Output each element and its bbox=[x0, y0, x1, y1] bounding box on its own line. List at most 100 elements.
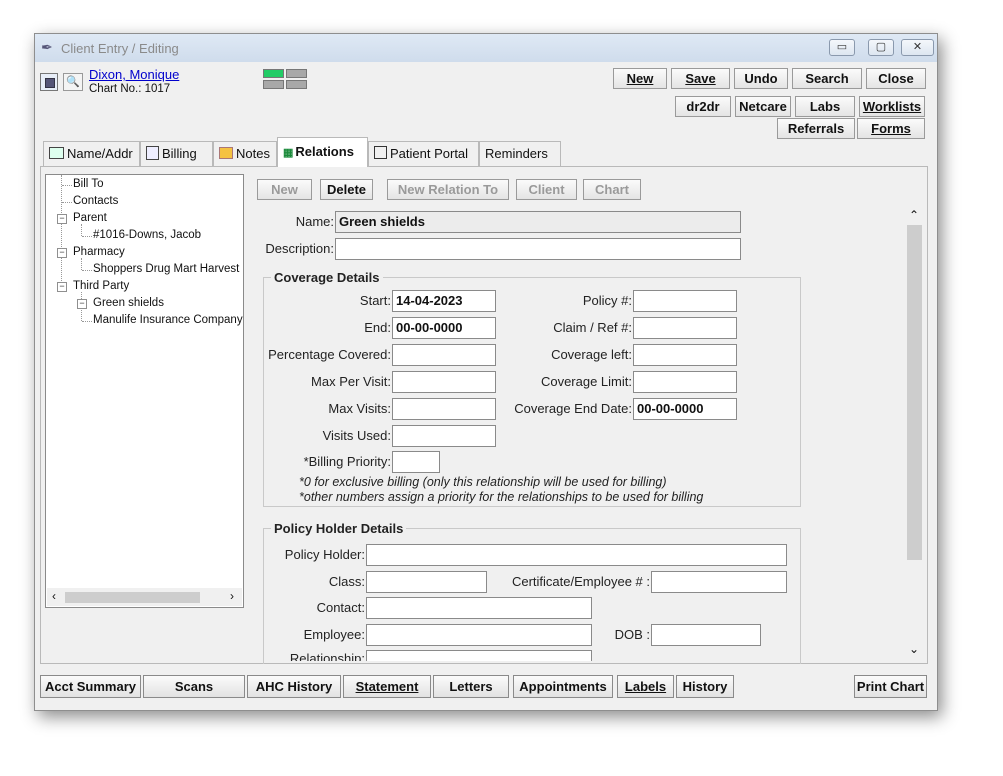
worklists-button[interactable]: Worklists bbox=[859, 96, 925, 117]
policy-holder-label: Policy Holder: bbox=[284, 547, 365, 562]
policy-number-field[interactable] bbox=[633, 290, 737, 312]
ahc-history-button[interactable]: AHC History bbox=[247, 675, 341, 698]
coverage-left-label: Coverage left: bbox=[551, 347, 632, 362]
billing-priority-label: *Billing Priority: bbox=[303, 454, 391, 469]
max-visits-field[interactable] bbox=[392, 398, 496, 420]
coverage-end-date-field[interactable]: 00-00-0000 bbox=[633, 398, 737, 420]
start-date-field[interactable]: 14-04-2023 bbox=[392, 290, 496, 312]
close-button[interactable]: Close bbox=[866, 68, 926, 89]
undo-button[interactable]: Undo bbox=[734, 68, 788, 89]
tab-name-addr[interactable]: Name/Addr bbox=[43, 141, 140, 166]
status-indicator-gray-2 bbox=[263, 80, 284, 89]
search-patient-icon[interactable]: 🔍 bbox=[63, 73, 83, 91]
patient-name-link[interactable]: Dixon, Monique bbox=[89, 67, 179, 82]
new-button[interactable]: New bbox=[613, 68, 667, 89]
tree-item-green-shields[interactable]: Green shields bbox=[93, 297, 164, 309]
scans-button[interactable]: Scans bbox=[143, 675, 245, 698]
scroll-down-icon[interactable]: ⌄ bbox=[909, 642, 919, 656]
relationship-field[interactable] bbox=[366, 650, 592, 661]
relation-new-button[interactable]: New bbox=[257, 179, 312, 200]
tree-item-parent[interactable]: Parent bbox=[73, 212, 107, 224]
netcare-button[interactable]: Netcare bbox=[735, 96, 791, 117]
status-indicator-green bbox=[263, 69, 284, 78]
collapse-pharmacy-icon[interactable]: − bbox=[57, 248, 67, 258]
dr2dr-button[interactable]: dr2dr bbox=[675, 96, 731, 117]
labs-button[interactable]: Labs bbox=[795, 96, 855, 117]
relationship-label: Relationship: bbox=[289, 651, 365, 661]
policy-holder-title: Policy Holder Details bbox=[271, 521, 407, 536]
name-field[interactable]: Green shields bbox=[335, 211, 741, 233]
collapse-parent-icon[interactable]: − bbox=[57, 214, 67, 224]
tab-reminders[interactable]: Reminders bbox=[479, 141, 561, 166]
name-label: Name: bbox=[295, 214, 334, 229]
minimize-button[interactable]: ▭ bbox=[829, 39, 855, 56]
coverage-limit-label: Coverage Limit: bbox=[540, 374, 632, 389]
labels-button[interactable]: Labels bbox=[617, 675, 674, 698]
letters-button[interactable]: Letters bbox=[433, 675, 509, 698]
chart-button[interactable]: Chart bbox=[583, 179, 641, 200]
relations-tree[interactable]: Bill To Contacts − Parent #1016-Downs, J… bbox=[45, 174, 244, 608]
patient-card-icon[interactable] bbox=[40, 73, 58, 91]
tab-notes[interactable]: Notes bbox=[213, 141, 277, 166]
tree-item-bill-to[interactable]: Bill To bbox=[73, 178, 103, 190]
tree-item-contacts[interactable]: Contacts bbox=[73, 195, 118, 207]
form-vertical-scrollbar[interactable]: ⌃ ⌄ bbox=[905, 206, 924, 661]
tree-item-shoppers[interactable]: Shoppers Drug Mart Harvest bbox=[93, 263, 239, 275]
tree-item-pharmacy[interactable]: Pharmacy bbox=[73, 246, 125, 258]
claim-ref-field[interactable] bbox=[633, 317, 737, 339]
relation-delete-button[interactable]: Delete bbox=[320, 179, 373, 200]
maximize-button[interactable]: ▢ bbox=[868, 39, 894, 56]
dob-field[interactable] bbox=[651, 624, 761, 646]
tree-scroll-thumb[interactable] bbox=[65, 592, 200, 603]
referrals-button[interactable]: Referrals bbox=[777, 118, 855, 139]
history-button[interactable]: History bbox=[676, 675, 734, 698]
tree-item-manulife[interactable]: Manulife Insurance Company bbox=[93, 314, 243, 326]
scroll-left-icon[interactable]: ‹ bbox=[52, 589, 56, 603]
form-scroll-thumb[interactable] bbox=[907, 225, 922, 560]
end-date-field[interactable]: 00-00-0000 bbox=[392, 317, 496, 339]
close-window-button[interactable]: ✕ bbox=[901, 39, 934, 56]
coverage-left-field[interactable] bbox=[633, 344, 737, 366]
coverage-limit-field[interactable] bbox=[633, 371, 737, 393]
certificate-employee-field[interactable] bbox=[651, 571, 787, 593]
class-field[interactable] bbox=[366, 571, 487, 593]
employee-field[interactable] bbox=[366, 624, 592, 646]
chart-number: Chart No.: 1017 bbox=[89, 83, 171, 95]
tab-billing[interactable]: Billing bbox=[140, 141, 213, 166]
save-button[interactable]: Save bbox=[671, 68, 730, 89]
description-field[interactable] bbox=[335, 238, 741, 260]
collapse-green-shields-icon[interactable]: − bbox=[77, 299, 87, 309]
notes-icon bbox=[219, 147, 233, 159]
tab-patient-portal[interactable]: Patient Portal bbox=[368, 141, 479, 166]
new-relation-to-button[interactable]: New Relation To bbox=[387, 179, 509, 200]
tree-item-third-party[interactable]: Third Party bbox=[73, 280, 129, 292]
tree-item-parent-jacob[interactable]: #1016-Downs, Jacob bbox=[93, 229, 201, 241]
coverage-end-date-label: Coverage End Date: bbox=[514, 401, 632, 416]
search-button[interactable]: Search bbox=[792, 68, 862, 89]
employee-label: Employee: bbox=[303, 627, 365, 642]
billing-note-1: *0 for exclusive billing (only this rela… bbox=[299, 475, 667, 489]
billing-priority-field[interactable] bbox=[392, 451, 440, 473]
visits-used-label: Visits Used: bbox=[322, 428, 391, 443]
tab-relations[interactable]: ▦ Relations bbox=[277, 137, 368, 167]
print-chart-button[interactable]: Print Chart bbox=[854, 675, 927, 698]
statement-button[interactable]: Statement bbox=[343, 675, 431, 698]
percentage-covered-field[interactable] bbox=[392, 344, 496, 366]
dob-label: DOB : bbox=[614, 627, 650, 642]
visits-used-field[interactable] bbox=[392, 425, 496, 447]
client-button[interactable]: Client bbox=[516, 179, 577, 200]
portal-icon bbox=[374, 146, 387, 159]
acct-summary-button[interactable]: Acct Summary bbox=[40, 675, 141, 698]
max-per-visit-label: Max Per Visit: bbox=[311, 374, 391, 389]
max-per-visit-field[interactable] bbox=[392, 371, 496, 393]
scroll-up-icon[interactable]: ⌃ bbox=[909, 208, 919, 222]
title-bar: ✒ Client Entry / Editing ▭ ▢ ✕ bbox=[35, 34, 937, 62]
scroll-right-icon[interactable]: › bbox=[230, 589, 234, 603]
contact-field[interactable] bbox=[366, 597, 592, 619]
policy-holder-field[interactable] bbox=[366, 544, 787, 566]
billing-icon bbox=[146, 146, 159, 160]
tree-horizontal-scrollbar[interactable]: ‹ › bbox=[47, 588, 242, 606]
forms-button[interactable]: Forms bbox=[857, 118, 925, 139]
appointments-button[interactable]: Appointments bbox=[513, 675, 613, 698]
collapse-third-party-icon[interactable]: − bbox=[57, 282, 67, 292]
